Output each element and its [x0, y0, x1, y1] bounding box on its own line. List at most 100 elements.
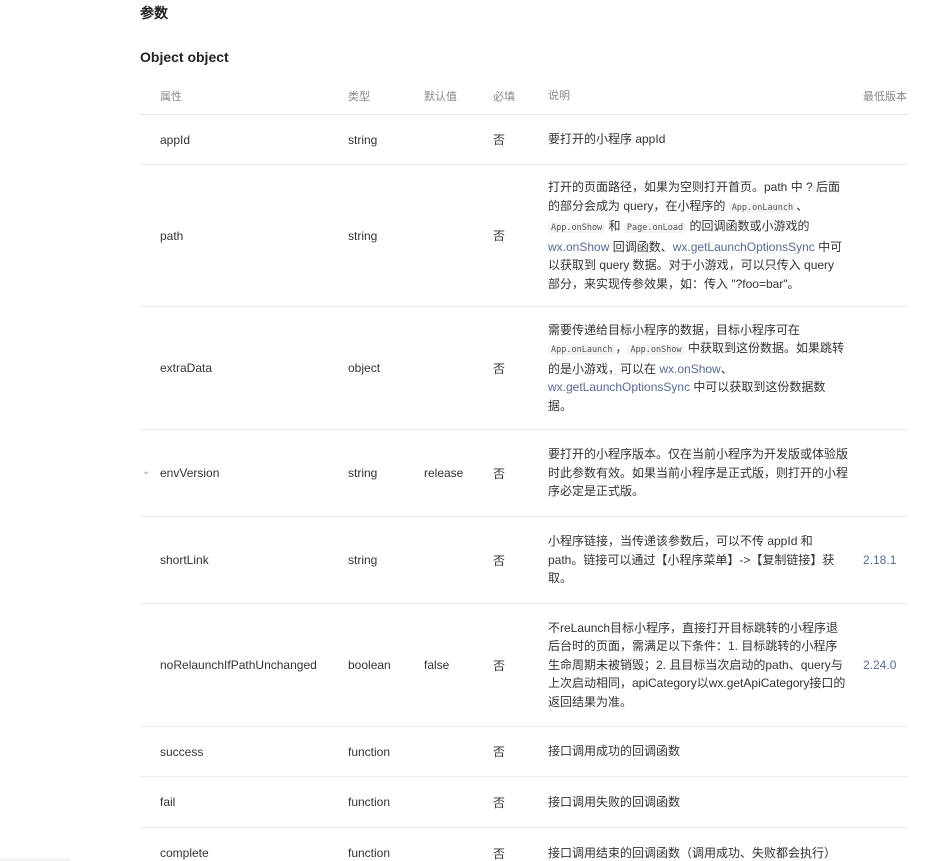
param-required: 否	[493, 306, 548, 430]
param-min-version	[863, 776, 908, 828]
param-type: string	[348, 164, 424, 307]
param-min-version	[863, 306, 908, 430]
param-type: boolean	[348, 603, 424, 727]
table-row: shortLink string 否小程序链接，当传递该参数后，可以不传 appId…	[140, 516, 908, 604]
table-body: appId string 否要打开的小程序 appId path string 否打开的页…	[140, 114, 908, 861]
code-snippet: App.onShow	[548, 223, 606, 233]
desc-text: 、	[720, 361, 733, 376]
param-description: 需要传递给目标小程序的数据，目标小程序可在 App.onLaunch， App.o…	[548, 306, 863, 430]
param-default	[424, 726, 493, 777]
section-title: 参数	[140, 5, 168, 21]
table-row: appId string 否要打开的小程序 appId	[140, 114, 908, 165]
desc-text: 回调函数、	[609, 239, 673, 254]
param-default	[424, 776, 493, 828]
table-row: complete function 否接口调用结束的回调函数（调用成功、失败都会执行…	[140, 827, 908, 861]
table-row: envVersion ⌄ string release 否要打开的小程序版本。仅在当前小…	[140, 429, 908, 517]
param-name: envVersion ⌄	[140, 429, 348, 517]
param-name: shortLink	[140, 516, 348, 604]
param-name: extraData	[140, 306, 348, 430]
table-row: fail function 否接口调用失败的回调函数	[140, 776, 908, 828]
param-min-version	[863, 827, 908, 861]
desc-text: 、	[796, 198, 809, 213]
param-default	[424, 827, 493, 861]
param-min-version	[863, 114, 908, 165]
param-type: object	[348, 306, 424, 430]
table-row: path string 否打开的页面路径，如果为空则打开首页。path 中 ? 后面…	[140, 164, 908, 307]
code-snippet: App.onLaunch	[728, 202, 797, 213]
param-description: 不reLaunch目标小程序，直接打开目标跳转的小程序退后台时的页面，需满足以下…	[548, 603, 863, 727]
param-min-version: 2.18.1	[863, 516, 908, 604]
desc-text: ，	[615, 341, 628, 356]
param-min-version	[863, 726, 908, 777]
param-type: string	[348, 114, 424, 165]
param-type: string	[348, 516, 424, 604]
param-description: 打开的页面路径，如果为空则打开首页。path 中 ? 后面的部分会成为 quer…	[548, 164, 863, 307]
param-name: complete	[140, 827, 348, 861]
param-required: 否	[493, 516, 548, 604]
param-name: noRelaunchIfPathUnchanged	[140, 603, 348, 727]
param-default	[424, 516, 493, 604]
param-min-version	[863, 429, 908, 517]
param-type: function	[348, 726, 424, 777]
table-row: success function 否接口调用成功的回调函数	[140, 726, 908, 777]
param-default	[424, 306, 493, 430]
param-required: 否	[493, 726, 548, 777]
api-link[interactable]: wx.onShow	[659, 362, 720, 376]
chevron-down-icon[interactable]: ⌄	[142, 467, 152, 477]
param-description: 接口调用成功的回调函数	[548, 726, 863, 777]
param-name: path	[140, 164, 348, 307]
header-default: 默认值	[424, 78, 493, 115]
param-default	[424, 164, 493, 307]
param-required: 否	[493, 827, 548, 861]
param-default	[424, 114, 493, 165]
param-name: appId	[140, 114, 348, 165]
header-version: 最低版本	[863, 78, 908, 115]
desc-text: 接口调用结束的回调函数（调用成功、失败都会执行）	[548, 845, 837, 860]
param-required: 否	[493, 114, 548, 165]
header-desc: 说明	[548, 78, 863, 115]
header-name: 属性	[140, 78, 348, 115]
api-link[interactable]: wx.getLaunchOptionsSync	[548, 380, 690, 394]
code-snippet: App.onShow	[627, 345, 685, 356]
header-type: 类型	[348, 78, 424, 115]
table-row: noRelaunchIfPathUnchanged boolean false 否不r…	[140, 603, 908, 727]
param-min-version: 2.24.0	[863, 603, 908, 727]
api-link[interactable]: wx.onShow	[548, 240, 609, 254]
param-description: 要打开的小程序 appId	[548, 114, 863, 165]
header-required: 必填	[493, 78, 548, 115]
param-required: 否	[493, 776, 548, 828]
params-table: 属性 类型 默认值 必填 说明 最低版本 appId string 否要打开的小程序…	[140, 78, 908, 861]
param-description: 小程序链接，当传递该参数后，可以不传 appId 和 path。链接可以通过【小…	[548, 516, 863, 604]
param-min-version	[863, 164, 908, 307]
desc-text: 接口调用失败的回调函数	[548, 794, 681, 809]
param-description: 接口调用失败的回调函数	[548, 776, 863, 828]
scroll-shadow	[0, 857, 70, 861]
param-type: function	[348, 776, 424, 828]
param-name: success	[140, 726, 348, 777]
page: 参数 Object object 属性 类型 默认值 必填 说明 最低版本 ap…	[0, 0, 931, 861]
object-title: Object object	[140, 49, 229, 65]
table-header-row: 属性 类型 默认值 必填 说明 最低版本	[140, 78, 908, 115]
param-required: 否	[493, 603, 548, 727]
param-type: string	[348, 429, 424, 517]
param-description: 要打开的小程序版本。仅在当前小程序为开发版或体验版时此参数有效。如果当前小程序是…	[548, 429, 863, 517]
desc-text: 需要传递给目标小程序的数据，目标小程序可在	[548, 322, 801, 337]
param-type: function	[348, 827, 424, 861]
desc-text: 和	[605, 219, 624, 233]
desc-text: 小程序链接，当传递该参数后，可以不传 appId 和 path。链接可以通过【小…	[548, 534, 835, 586]
desc-text: 要打开的小程序 appId	[548, 132, 666, 147]
desc-text: 接口调用成功的回调函数	[548, 744, 681, 759]
desc-text: 不reLaunch目标小程序，直接打开目标跳转的小程序退后台时的页面，需满足以下…	[548, 620, 846, 709]
param-required: 否	[493, 429, 548, 517]
desc-text: 的回调函数或小游戏的	[686, 219, 810, 233]
param-default: false	[424, 603, 493, 727]
code-snippet: App.onLaunch	[548, 345, 616, 356]
param-name: fail	[140, 776, 348, 828]
api-link[interactable]: wx.getLaunchOptionsSync	[673, 240, 815, 254]
code-snippet: Page.onLoad	[623, 223, 687, 233]
table-row: extraData object 否需要传递给目标小程序的数据，目标小程序可在 Ap…	[140, 306, 908, 430]
desc-text: 要打开的小程序版本。仅在当前小程序为开发版或体验版时此参数有效。如果当前小程序是…	[548, 447, 849, 499]
param-description: 接口调用结束的回调函数（调用成功、失败都会执行）	[548, 827, 863, 861]
param-default: release	[424, 429, 493, 517]
param-required: 否	[493, 164, 548, 307]
